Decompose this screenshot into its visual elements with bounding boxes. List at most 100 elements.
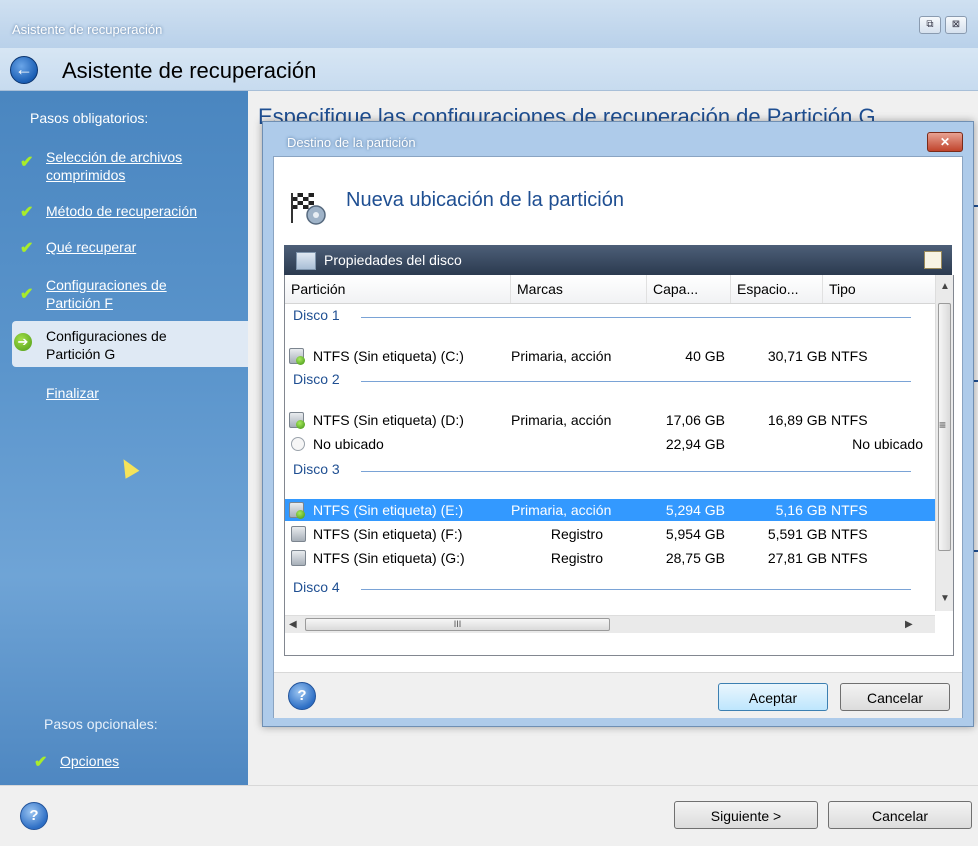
vertical-scrollbar[interactable]: ▲ ≡ ▼ xyxy=(935,275,953,611)
cell-flags: Registro xyxy=(550,526,603,542)
disk-group-label: Disco 2 xyxy=(293,371,340,387)
table-row[interactable]: NTFS (Sin etiqueta) (D:) Primaria, acció… xyxy=(285,409,935,431)
cell-flags: Primaria, acción xyxy=(511,502,612,518)
step-archive-selection[interactable]: Selección de archivos comprimidos xyxy=(46,148,182,184)
cell-free-space: 30,71 GB xyxy=(767,348,827,364)
cell-partition: NTFS (Sin etiqueta) (G:) xyxy=(313,550,465,566)
cell-capacity: 5,954 GB xyxy=(665,526,725,542)
accept-button[interactable]: Aceptar xyxy=(718,683,828,711)
cell-flags: Primaria, acción xyxy=(511,412,612,428)
cell-free-space: 27,81 GB xyxy=(767,550,827,566)
table-row[interactable]: NTFS (Sin etiqueta) (E:) Primaria, acció… xyxy=(285,499,935,521)
table-row[interactable]: NTFS (Sin etiqueta) (C:) Primaria, acció… xyxy=(285,345,935,367)
cell-capacity: 5,294 GB xyxy=(665,502,725,518)
check-icon: ✔ xyxy=(20,204,34,221)
check-icon: ✔ xyxy=(20,154,34,171)
step-what-to-recover[interactable]: Qué recuperar xyxy=(46,238,136,256)
back-arrow-icon[interactable]: ← xyxy=(10,56,38,84)
disk-group-label: Disco 1 xyxy=(293,307,340,323)
scroll-right-arrow-icon[interactable]: ▶ xyxy=(905,619,913,630)
cell-flags: Primaria, acción xyxy=(511,348,612,364)
dialog-close-button[interactable]: ✕ xyxy=(927,132,963,152)
scroll-down-arrow-icon[interactable]: ▼ xyxy=(940,593,950,604)
cell-free-space: 5,16 GB xyxy=(775,502,827,518)
optional-steps-label: Pasos opcionales: xyxy=(44,716,158,732)
cell-capacity: 28,75 GB xyxy=(665,550,725,566)
dialog-title: Destino de la partición xyxy=(287,135,416,150)
scroll-grip-icon: ≡ xyxy=(939,418,947,432)
scroll-left-arrow-icon[interactable]: ◀ xyxy=(289,619,297,630)
scroll-up-arrow-icon[interactable]: ▲ xyxy=(940,281,950,292)
step-partition-g-settings[interactable]: Configuraciones de Partición G xyxy=(46,327,167,363)
checkered-flag-icon xyxy=(291,193,326,225)
wizard-sidebar xyxy=(0,91,248,785)
restore-button[interactable]: ⧉ xyxy=(919,16,941,34)
cell-type: No ubicado xyxy=(852,436,923,452)
table-header: Partición Marcas Capa... Espacio... Tipo xyxy=(285,275,935,304)
disk-icon xyxy=(291,526,306,542)
cell-type: NTFS xyxy=(831,348,868,364)
cell-capacity: 17,06 GB xyxy=(665,412,725,428)
partition-table[interactable]: Partición Marcas Capa... Espacio... Tipo… xyxy=(284,275,954,656)
disk-icon xyxy=(289,502,305,519)
step-label: Selección de archivos xyxy=(46,149,183,165)
close-button[interactable]: ⊠ xyxy=(945,16,967,34)
next-button[interactable]: Siguiente > xyxy=(674,801,818,829)
column-header-type[interactable]: Tipo xyxy=(823,275,935,303)
check-icon: ✔ xyxy=(20,240,34,257)
step-label: Configuraciones de xyxy=(46,328,167,344)
window-title: Asistente de recuperación xyxy=(12,22,163,37)
required-steps-label: Pasos obligatorios: xyxy=(30,110,149,126)
cell-partition: NTFS (Sin etiqueta) (F:) xyxy=(313,526,463,542)
step-label: comprimidos xyxy=(46,167,126,183)
horizontal-scroll-thumb[interactable]: III xyxy=(305,618,610,631)
step-recovery-method[interactable]: Método de recuperación xyxy=(46,202,197,220)
cell-type: NTFS xyxy=(831,550,868,566)
cell-type: NTFS xyxy=(831,412,868,428)
cancel-button[interactable]: Cancelar xyxy=(828,801,972,829)
table-row[interactable]: NTFS (Sin etiqueta) (F:) Registro 5,954 … xyxy=(285,523,935,545)
disk-properties-header: Propiedades del disco xyxy=(284,245,952,275)
cell-flags: Registro xyxy=(550,550,603,566)
cell-partition: No ubicado xyxy=(313,436,384,452)
cell-free-space: 16,89 GB xyxy=(767,412,827,428)
cell-partition: NTFS (Sin etiqueta) (C:) xyxy=(313,348,464,364)
step-partition-f-settings[interactable]: Configuraciones de Partición F xyxy=(46,276,167,312)
cell-capacity: 40 GB xyxy=(685,348,725,364)
table-row[interactable]: NTFS (Sin etiqueta) (G:) Registro 28,75 … xyxy=(285,547,935,569)
step-finish[interactable]: Finalizar xyxy=(46,384,99,402)
check-icon: ✔ xyxy=(20,286,34,303)
check-icon: ✔ xyxy=(34,754,48,771)
dialog-body: Nueva ubicación de la partición Propieda… xyxy=(273,156,963,718)
table-row[interactable]: No ubicado 22,94 GB No ubicado xyxy=(285,433,935,455)
column-header-partition[interactable]: Partición xyxy=(285,275,511,303)
horizontal-scrollbar[interactable]: ◀ III ▶ xyxy=(285,615,935,633)
disk-icon xyxy=(289,348,305,365)
dialog-footer: ? Aceptar Cancelar xyxy=(274,672,962,718)
group-divider xyxy=(361,317,911,318)
column-header-flags[interactable]: Marcas xyxy=(511,275,647,303)
cell-type: NTFS xyxy=(831,502,868,518)
edit-properties-icon[interactable] xyxy=(924,251,942,269)
cell-partition: NTFS (Sin etiqueta) (D:) xyxy=(313,412,464,428)
disk-properties-title: Propiedades del disco xyxy=(324,252,462,268)
column-header-free-space[interactable]: Espacio... xyxy=(731,275,823,303)
group-divider xyxy=(361,471,911,472)
help-icon[interactable]: ? xyxy=(20,802,48,830)
cell-type: NTFS xyxy=(831,526,868,542)
disk-icon xyxy=(291,550,306,566)
dialog-cancel-button[interactable]: Cancelar xyxy=(840,683,950,711)
cell-free-space: 5,591 GB xyxy=(767,526,827,542)
column-header-capacity[interactable]: Capa... xyxy=(647,275,731,303)
disk-properties-icon xyxy=(296,252,316,270)
step-label: Configuraciones de xyxy=(46,277,167,293)
page-title: Asistente de recuperación xyxy=(62,58,317,83)
step-options[interactable]: Opciones xyxy=(60,752,119,770)
group-divider xyxy=(361,381,911,382)
unallocated-icon xyxy=(291,437,305,451)
disk-group-label: Disco 3 xyxy=(293,461,340,477)
dialog-heading: Nueva ubicación de la partición xyxy=(346,189,624,211)
step-label: Partición G xyxy=(46,346,116,362)
disk-group-label: Disco 4 xyxy=(293,579,340,595)
dialog-help-icon[interactable]: ? xyxy=(288,682,316,710)
